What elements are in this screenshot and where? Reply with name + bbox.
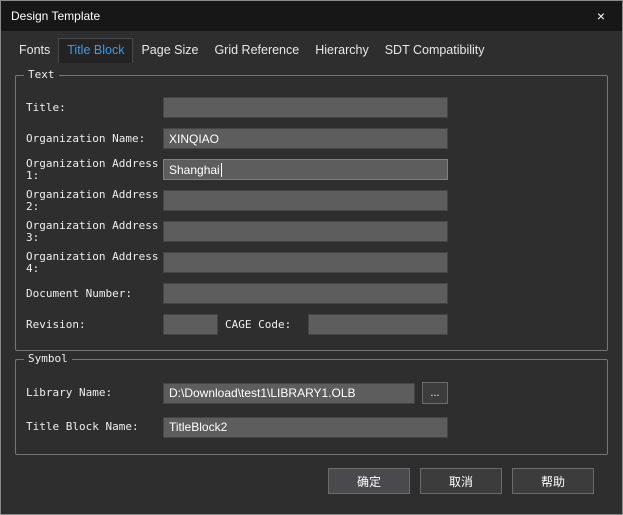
text-group-label: Text [24,68,59,81]
org-addr4-label: Organization Address 4: [26,249,159,275]
title-label: Title: [26,100,66,114]
field-row-title: Title: [26,92,597,123]
revision-label: Revision: [26,317,86,331]
library-name-label: Library Name: [26,386,113,399]
title-input[interactable] [163,97,448,118]
title-block-name-label: Title Block Name: [26,420,139,433]
ok-button[interactable]: 确定 [328,468,410,494]
dialog-button-row: 确定 取消 帮助 [15,455,608,494]
field-row-doc-number: Document Number: [26,278,597,309]
close-icon[interactable]: × [590,5,612,27]
org-name-input[interactable]: XINQIAO [163,128,448,149]
org-addr4-input[interactable] [163,252,448,273]
field-row-title-block-name: Title Block Name: TitleBlock2 [26,410,597,444]
field-row-org-addr4: Organization Address 4: [26,247,597,278]
symbol-group-label: Symbol [24,352,72,365]
org-addr2-input[interactable] [163,190,448,211]
org-name-label: Organization Name: [26,131,146,145]
org-addr1-input[interactable]: Shanghai [163,159,448,180]
cage-code-label: CAGE Code: [225,318,292,331]
tab-grid-reference[interactable]: Grid Reference [206,39,307,63]
field-row-org-addr2: Organization Address 2: [26,185,597,216]
dialog-content: Text Title: Organization Name: XINQIAO O… [1,63,622,494]
text-group: Text Title: Organization Name: XINQIAO O… [15,68,608,351]
tab-title-block[interactable]: Title Block [58,38,134,63]
titlebar: Design Template × [1,1,622,31]
library-name-input[interactable]: D:\Download\test1\LIBRARY1.OLB [163,382,415,404]
window-title: Design Template [11,9,101,23]
doc-number-input[interactable] [163,283,448,304]
field-row-revision: Revision: CAGE Code: [26,309,597,340]
browse-button[interactable]: ... [422,382,448,404]
design-template-dialog: Design Template × Fonts Title Block Page… [0,0,623,515]
field-row-library-name: Library Name: D:\Download\test1\LIBRARY1… [26,376,597,410]
tab-sdt-compatibility[interactable]: SDT Compatibility [377,39,493,63]
title-block-name-input[interactable]: TitleBlock2 [163,416,448,438]
org-addr1-label: Organization Address 1: [26,156,159,182]
doc-number-label: Document Number: [26,286,132,300]
cancel-button[interactable]: 取消 [420,468,502,494]
symbol-group: Symbol Library Name: D:\Download\test1\L… [15,352,608,455]
cage-code-input[interactable] [308,314,448,335]
org-addr2-label: Organization Address 2: [26,187,159,213]
field-row-org-name: Organization Name: XINQIAO [26,123,597,154]
tab-hierarchy[interactable]: Hierarchy [307,39,377,63]
org-addr3-label: Organization Address 3: [26,218,159,244]
revision-input[interactable] [163,314,218,335]
tab-fonts[interactable]: Fonts [11,39,58,63]
field-row-org-addr3: Organization Address 3: [26,216,597,247]
field-row-org-addr1: Organization Address 1: Shanghai [26,154,597,185]
help-button[interactable]: 帮助 [512,468,594,494]
org-addr3-input[interactable] [163,221,448,242]
tab-page-size[interactable]: Page Size [133,39,206,63]
tab-bar: Fonts Title Block Page Size Grid Referen… [1,31,622,63]
